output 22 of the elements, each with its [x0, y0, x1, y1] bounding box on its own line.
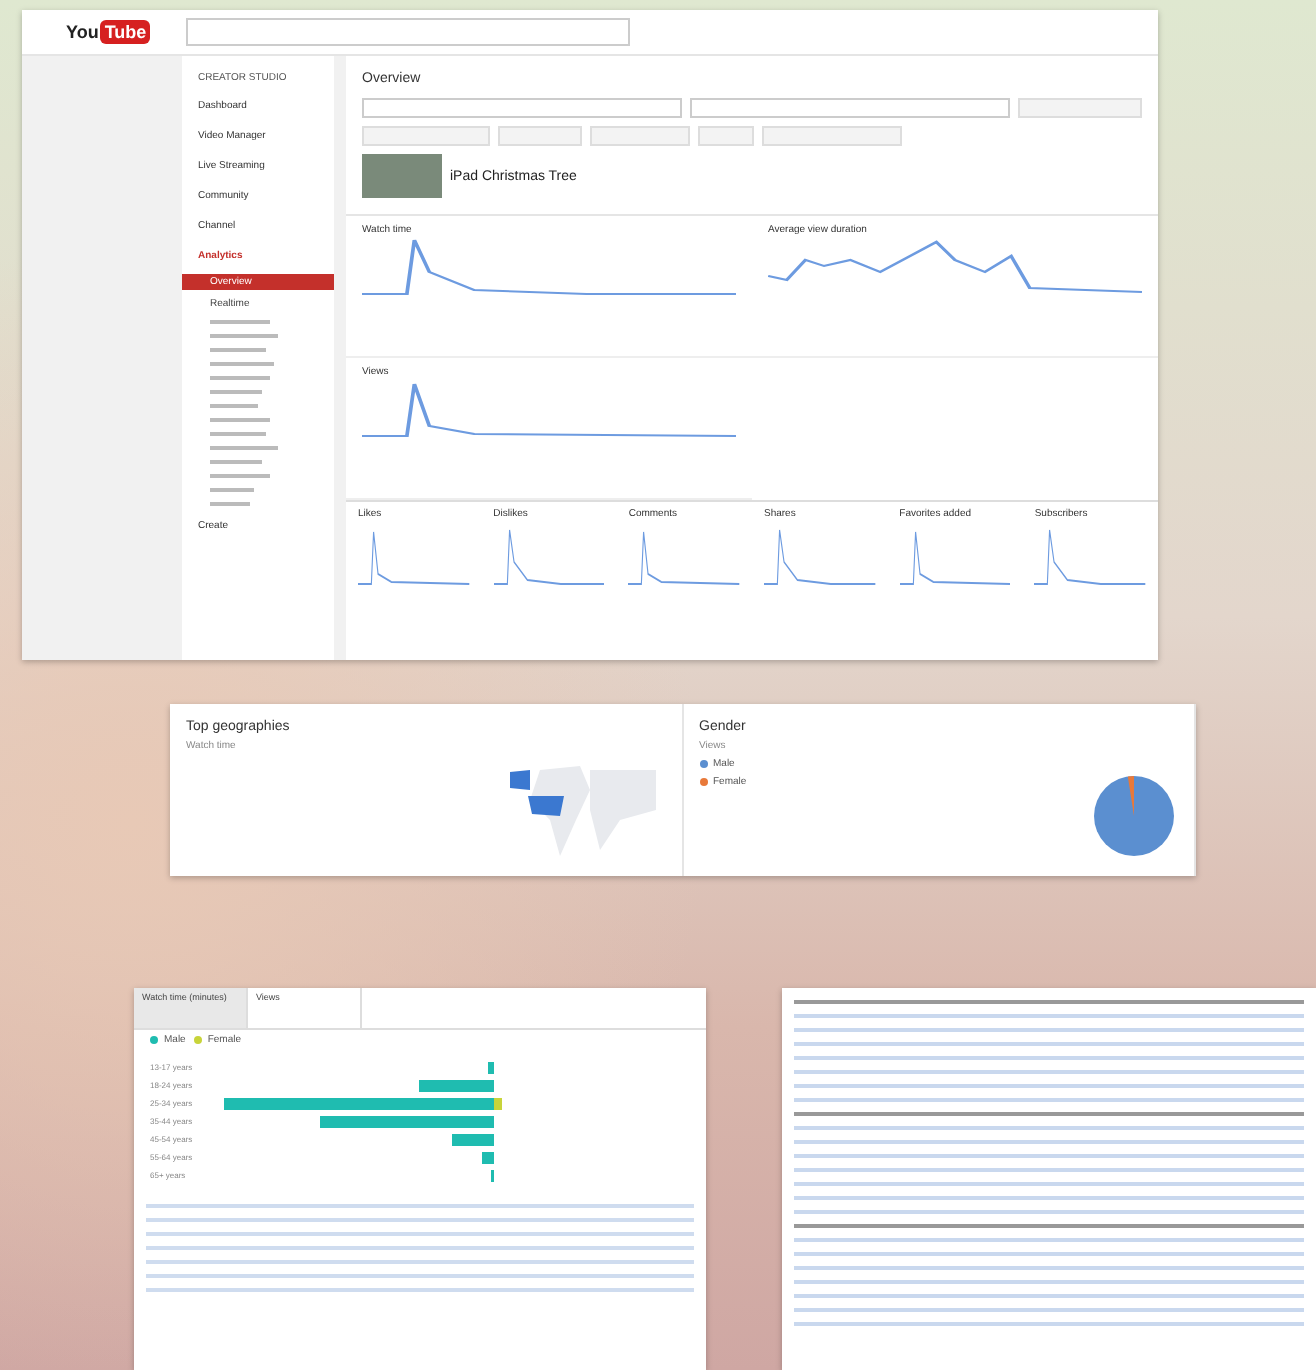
metric-sparkline	[493, 526, 605, 586]
metric-sparkline	[1034, 526, 1146, 586]
metric-sparkline	[628, 526, 740, 586]
pie-chart-drawing	[1094, 776, 1174, 856]
metric-sparkline	[763, 526, 876, 586]
date-dropdown[interactable]	[1018, 98, 1142, 118]
male-age-bar	[452, 1134, 494, 1146]
filter-chip[interactable]	[590, 126, 690, 146]
search-field[interactable]	[186, 18, 631, 46]
filter-chip[interactable]	[698, 126, 754, 146]
photo-placeholder	[362, 154, 442, 198]
filter-field[interactable]	[362, 98, 682, 118]
female-age-bar	[494, 1098, 502, 1110]
metric-sparkline	[899, 526, 1011, 586]
filter-chip[interactable]	[362, 126, 490, 146]
metric-sparkline	[358, 526, 470, 586]
filter-field[interactable]	[690, 98, 1010, 118]
male-age-bar	[419, 1080, 494, 1092]
filter-chip[interactable]	[762, 126, 902, 146]
male-age-bar	[482, 1152, 494, 1164]
male-age-bar	[488, 1062, 494, 1074]
filter-chip[interactable]	[498, 126, 582, 146]
